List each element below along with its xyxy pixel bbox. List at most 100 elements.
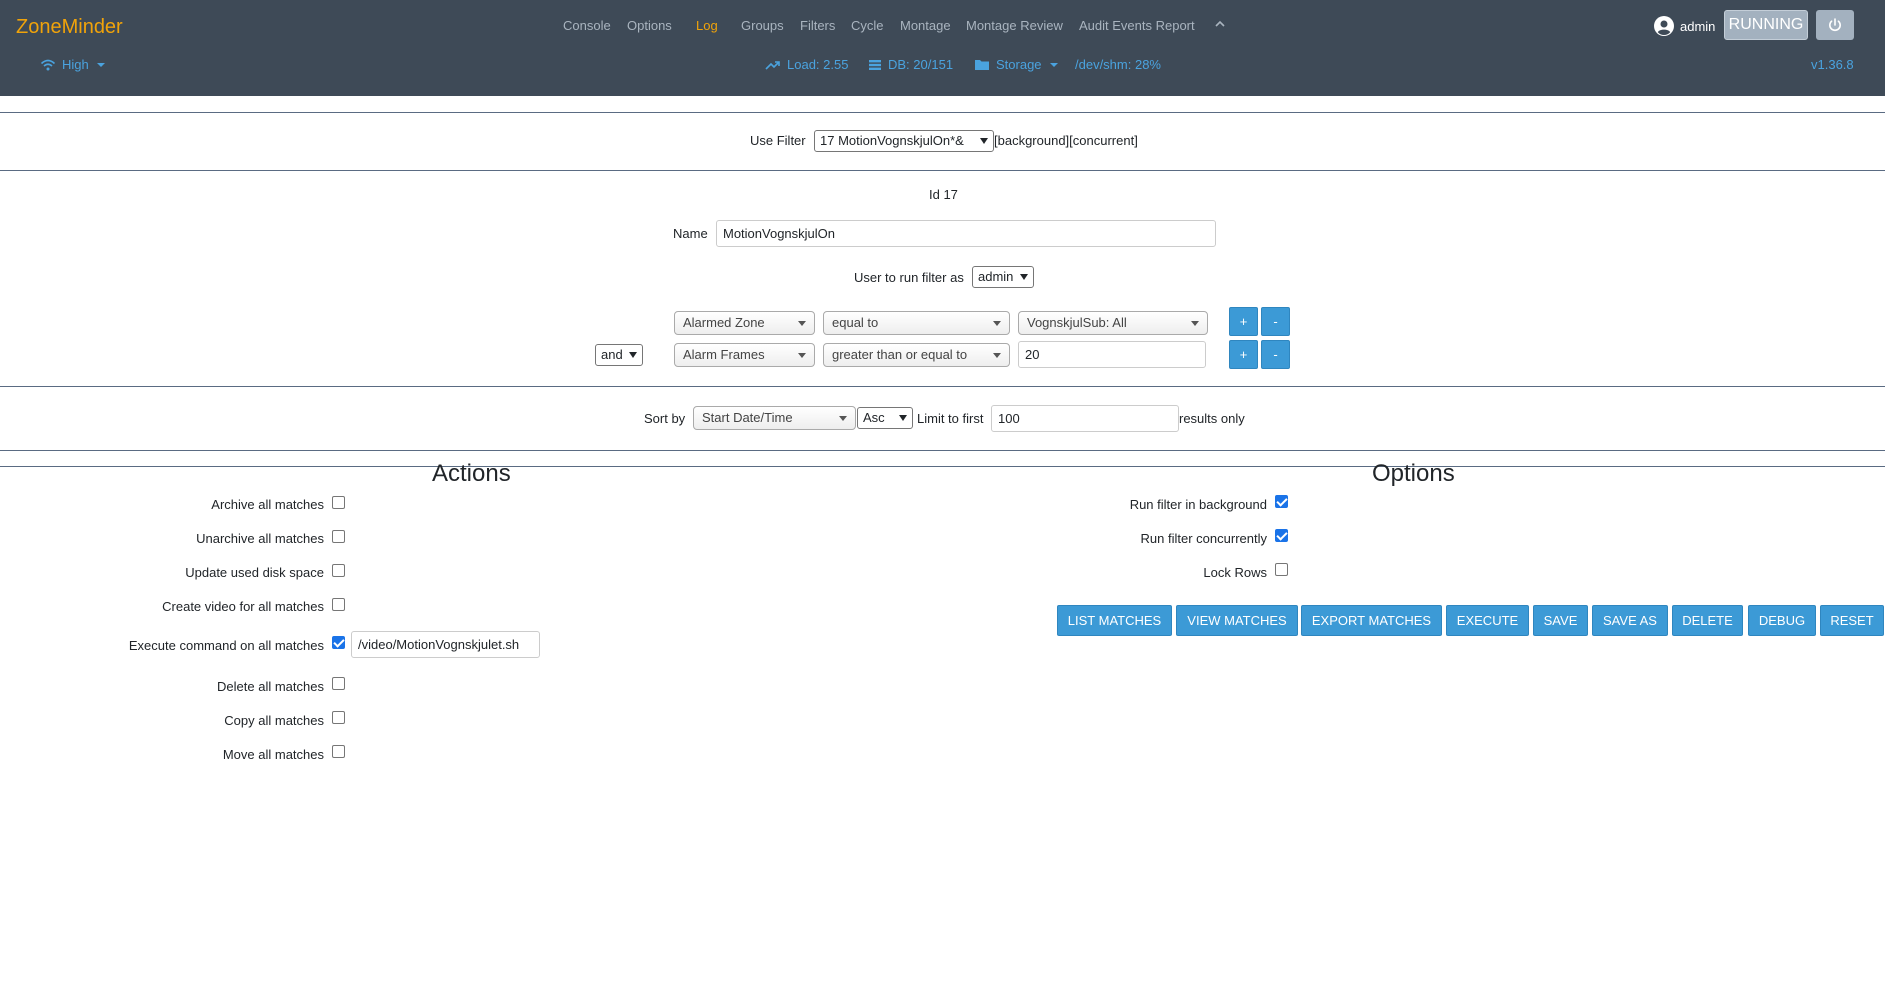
action-copy-label: Copy all matches: [224, 713, 324, 728]
export-matches-button[interactable]: EXPORT MATCHES: [1301, 605, 1442, 636]
power-button[interactable]: [1816, 10, 1854, 40]
db-value: DB: 20/151: [888, 57, 954, 72]
caret-down-icon: [1049, 62, 1058, 67]
nav-console[interactable]: Console: [563, 18, 611, 33]
dropdown-arrow-icon: [798, 353, 806, 358]
state-button[interactable]: RUNNING: [1724, 10, 1808, 40]
use-filter-value: 17 MotionVognskjulOn*&: [820, 133, 964, 148]
dropdown-arrow-icon: [629, 352, 637, 358]
user-circle-icon: [1654, 16, 1674, 36]
action-archive-label: Archive all matches: [211, 497, 324, 512]
view-matches-button[interactable]: VIEW MATCHES: [1176, 605, 1298, 636]
option-lock-rows-checkbox[interactable]: [1275, 563, 1288, 576]
chevron-up-icon[interactable]: [1213, 17, 1227, 31]
action-update-disk-label: Update used disk space: [185, 565, 324, 580]
filter-id: Id 17: [929, 187, 958, 202]
term-2-conjunction-select[interactable]: and: [595, 344, 643, 366]
sort-field-select[interactable]: Start Date/Time: [693, 406, 856, 430]
power-icon: [1829, 18, 1841, 32]
list-matches-button[interactable]: LIST MATCHES: [1057, 605, 1172, 636]
option-background-label: Run filter in background: [1129, 497, 1267, 512]
brand-logo[interactable]: ZoneMinder: [16, 16, 123, 39]
debug-button[interactable]: DEBUG: [1748, 605, 1816, 636]
action-move-checkbox[interactable]: [332, 745, 345, 758]
action-unarchive-checkbox[interactable]: [332, 530, 345, 543]
dropdown-arrow-icon: [798, 321, 806, 326]
sort-field-value: Start Date/Time: [702, 410, 793, 425]
action-update-disk-checkbox[interactable]: [332, 564, 345, 577]
action-archive-checkbox[interactable]: [332, 496, 345, 509]
bandwidth-dropdown[interactable]: High: [40, 57, 105, 72]
dropdown-arrow-icon: [1191, 321, 1199, 326]
nav-cycle[interactable]: Cycle: [851, 18, 884, 33]
option-concurrent-label: Run filter concurrently: [1140, 531, 1267, 546]
term-1-attribute-select[interactable]: Alarmed Zone: [674, 311, 815, 335]
term-1-operator-value: equal to: [832, 315, 879, 330]
load-indicator: Load: 2.55: [765, 57, 848, 72]
term-1-operator-select[interactable]: equal to: [823, 311, 1010, 335]
nav-options[interactable]: Options: [627, 18, 672, 33]
term-2-add-button[interactable]: +: [1229, 340, 1258, 369]
save-button[interactable]: SAVE: [1533, 605, 1588, 636]
term-2-conjunction-value: and: [601, 347, 623, 362]
reset-button[interactable]: RESET: [1820, 605, 1884, 636]
use-filter-select[interactable]: 17 MotionVognskjulOn*&: [814, 130, 994, 152]
term-1-attribute-value: Alarmed Zone: [683, 315, 765, 330]
options-title: Options: [1372, 460, 1455, 487]
run-as-user-label: User to run filter as: [854, 270, 964, 285]
term-2-operator-select[interactable]: greater than or equal to: [823, 343, 1010, 367]
term-1-value-select[interactable]: VognskjulSub: All: [1018, 311, 1208, 335]
divider: [0, 450, 1885, 451]
save-as-button[interactable]: SAVE AS: [1592, 605, 1668, 636]
execute-command-input[interactable]: /video/MotionVognskjulet.sh: [351, 631, 540, 658]
action-delete-label: Delete all matches: [217, 679, 324, 694]
action-execute-command-checkbox[interactable]: [332, 636, 345, 649]
option-concurrent-checkbox[interactable]: [1275, 529, 1288, 542]
user-menu[interactable]: admin: [1654, 15, 1715, 37]
storage-label: Storage: [996, 57, 1042, 72]
divider: [0, 112, 1885, 113]
caret-down-icon: [96, 62, 105, 67]
nav-filters[interactable]: Filters: [800, 18, 835, 33]
nav-groups[interactable]: Groups: [741, 18, 784, 33]
trending-up-icon: [765, 60, 780, 70]
run-as-user-select[interactable]: admin: [972, 266, 1034, 288]
use-filter-label: Use Filter: [750, 133, 806, 148]
term-2-operator-value: greater than or equal to: [832, 347, 968, 362]
dropdown-arrow-icon: [993, 321, 1001, 326]
limit-input[interactable]: 100: [991, 405, 1179, 432]
action-copy-checkbox[interactable]: [332, 711, 345, 724]
name-input[interactable]: MotionVognskjulOn: [716, 220, 1216, 247]
option-lock-rows-label: Lock Rows: [1203, 565, 1267, 580]
db-indicator: DB: 20/151: [868, 57, 953, 72]
nav-log[interactable]: Log: [696, 18, 718, 33]
storage-dropdown[interactable]: Storage: [974, 57, 1058, 72]
action-unarchive-label: Unarchive all matches: [196, 531, 324, 546]
action-delete-checkbox[interactable]: [332, 677, 345, 690]
delete-button[interactable]: DELETE: [1672, 605, 1743, 636]
load-value: Load: 2.55: [787, 57, 849, 72]
bandwidth-label: High: [62, 57, 89, 72]
term-2-value-input[interactable]: 20: [1018, 341, 1206, 368]
term-2-remove-button[interactable]: -: [1261, 340, 1290, 369]
sort-direction-select[interactable]: Asc: [857, 407, 913, 429]
execute-button[interactable]: EXECUTE: [1446, 605, 1529, 636]
term-2-attribute-select[interactable]: Alarm Frames: [674, 343, 815, 367]
version-label: v1.36.8: [1811, 57, 1854, 72]
action-execute-command-label: Execute command on all matches: [128, 638, 324, 653]
wifi-icon: [40, 59, 56, 70]
option-background-checkbox[interactable]: [1275, 495, 1288, 508]
dropdown-arrow-icon: [899, 415, 907, 421]
sort-direction-value: Asc: [863, 410, 885, 425]
results-only-label: results only: [1179, 411, 1245, 426]
action-create-video-checkbox[interactable]: [332, 598, 345, 611]
dropdown-arrow-icon: [980, 138, 988, 144]
term-1-remove-button[interactable]: -: [1261, 307, 1290, 336]
actions-title: Actions: [432, 460, 511, 487]
term-1-add-button[interactable]: +: [1229, 307, 1258, 336]
nav-montage[interactable]: Montage: [900, 18, 951, 33]
dropdown-arrow-icon: [993, 353, 1001, 358]
shm-value: /dev/shm: 28%: [1075, 57, 1161, 72]
nav-montage-review[interactable]: Montage Review: [966, 18, 1063, 33]
nav-audit-events-report[interactable]: Audit Events Report: [1079, 18, 1195, 33]
